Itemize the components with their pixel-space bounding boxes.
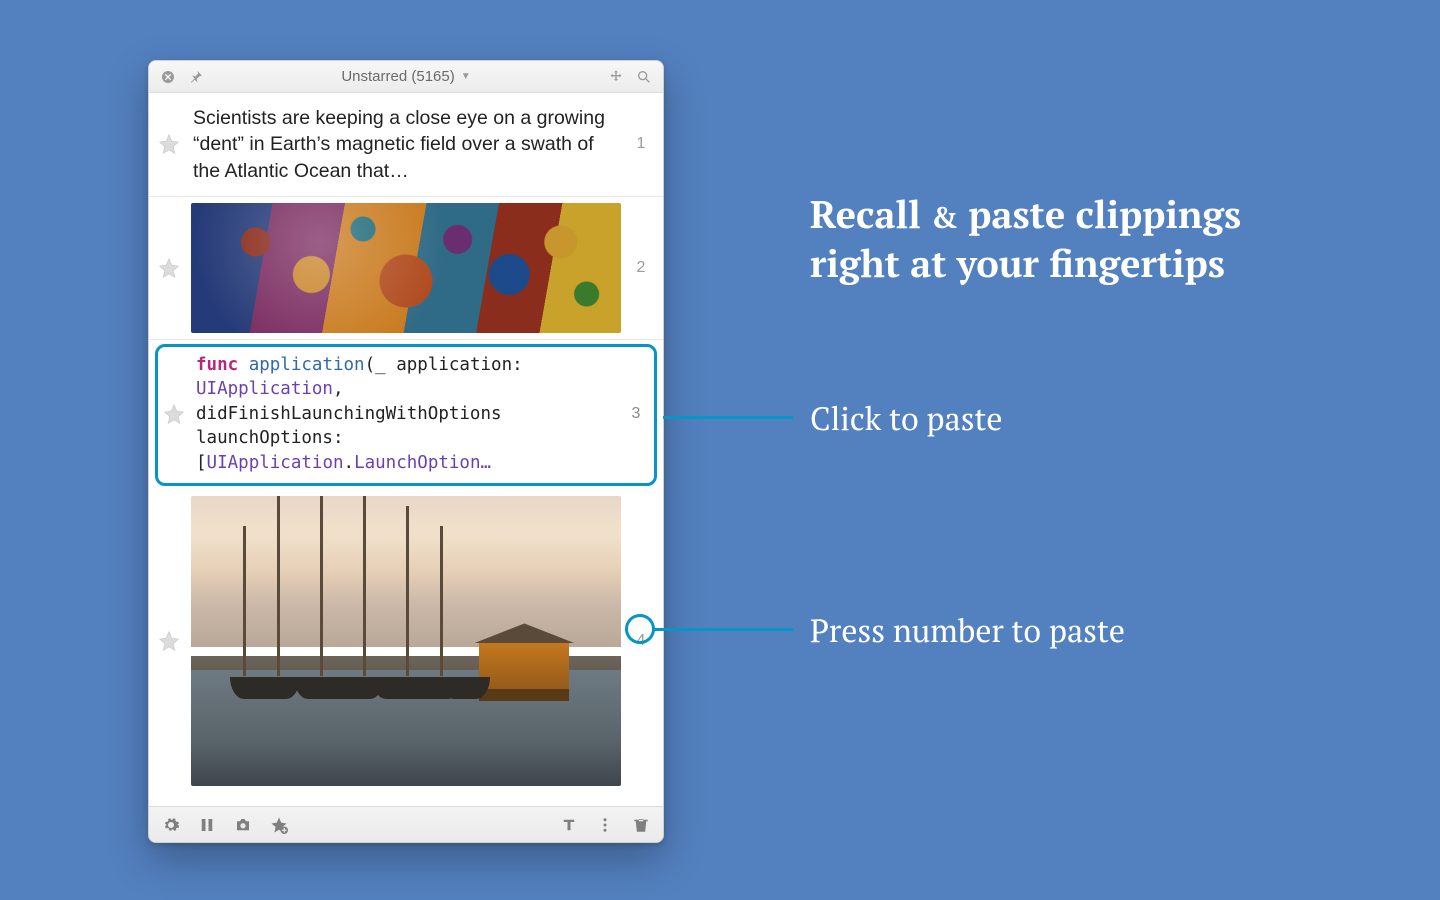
headline-part: paste clippings [968,189,1241,239]
code-type: UIApplication [196,379,333,399]
star-icon[interactable] [162,403,186,425]
filter-title-text: Unstarred (5165) [341,68,454,85]
clipping-row-selected[interactable]: func application(_ application: UIApplic… [155,344,657,487]
row-number: 1 [631,135,651,153]
star-icon[interactable] [157,133,181,155]
row-number: 3 [626,405,646,423]
camera-icon[interactable] [233,815,253,835]
callout-connector [655,628,793,631]
clipping-image [191,203,621,333]
pause-icon[interactable] [197,815,217,835]
panel-footer [149,806,663,842]
clipping-row[interactable]: 2 [149,197,663,340]
panel-header: Unstarred (5165) ▼ [149,61,663,93]
clipboard-panel: Unstarred (5165) ▼ Scientists are keepin… [148,60,664,843]
star-add-icon[interactable] [269,815,289,835]
headline-part: Recall [810,189,921,239]
image-thumbnail [191,203,621,333]
pin-icon[interactable] [187,68,205,86]
marketing-headline: Recall & paste clippings right at your f… [810,190,1241,287]
callout-number-circle [625,614,655,644]
code-type: LaunchOption… [354,453,491,473]
clipping-text: Scientists are keeping a close eye on a … [191,99,621,190]
clipping-code: func application(_ application: UIApplic… [196,353,616,476]
star-icon[interactable] [157,257,181,279]
star-icon[interactable] [157,630,181,652]
gear-icon[interactable] [161,815,181,835]
close-icon[interactable] [159,68,177,86]
more-icon[interactable] [595,815,615,835]
text-format-icon[interactable] [559,815,579,835]
filter-title[interactable]: Unstarred (5165) ▼ [215,68,597,85]
code-ident: application [249,355,365,375]
row-number: 2 [631,259,651,277]
search-icon[interactable] [635,68,653,86]
headline-part: right at your fingertips [810,238,1225,288]
code-type: UIApplication [207,453,344,473]
callout-connector [663,416,793,419]
clippings-list[interactable]: Scientists are keeping a close eye on a … [149,93,663,806]
move-icon[interactable] [607,68,625,86]
clipping-row[interactable]: Scientists are keeping a close eye on a … [149,93,663,197]
caption-number: Press number to paste [810,610,1125,652]
clipping-row[interactable]: 4 [149,490,663,792]
image-thumbnail [191,496,621,786]
caption-click: Click to paste [810,398,1003,440]
clipping-image [191,496,621,786]
headline-amp: & [931,197,958,237]
chevron-down-icon: ▼ [461,71,471,82]
trash-icon[interactable] [631,815,651,835]
code-keyword: func [196,355,238,375]
